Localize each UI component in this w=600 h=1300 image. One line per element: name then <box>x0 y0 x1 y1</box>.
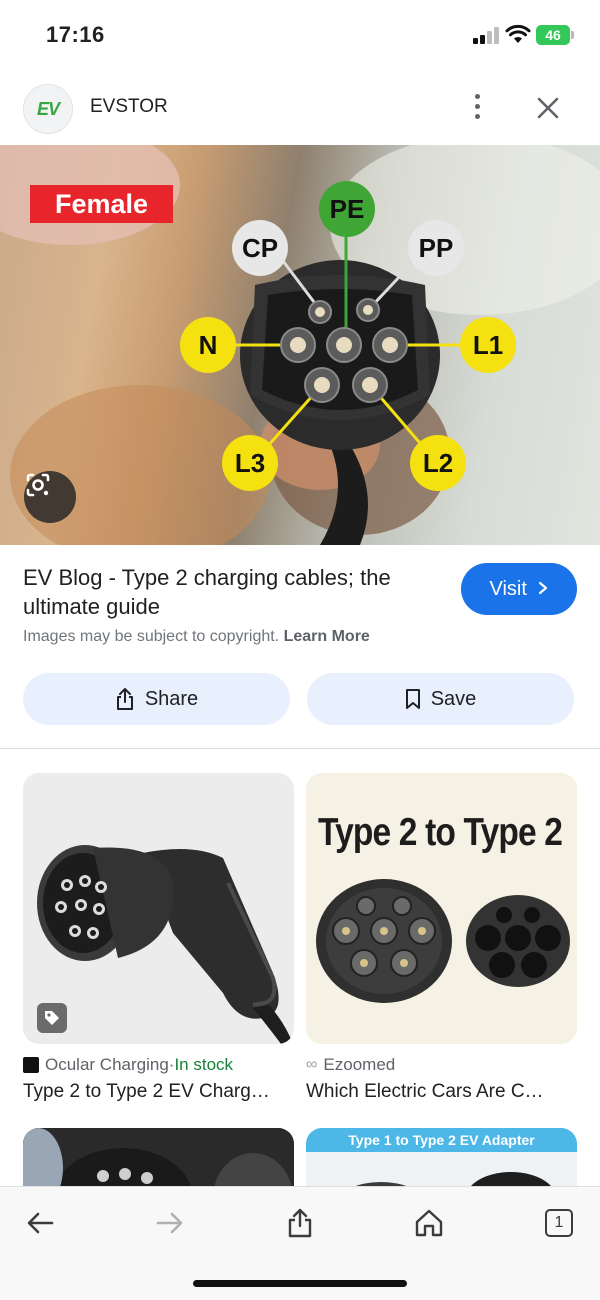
tab-count: 1 <box>545 1209 573 1237</box>
status-bar: 17:16 46 <box>0 0 600 72</box>
battery-level: 46 <box>536 25 570 45</box>
divider <box>0 748 600 749</box>
learn-more-link[interactable]: Learn More <box>284 628 370 645</box>
status-time: 17:16 <box>46 22 105 47</box>
share-icon <box>116 688 133 710</box>
favicon: ∞ <box>306 1056 318 1073</box>
signal-icon <box>473 26 501 44</box>
card-image-text: Type 2 to Type 2 <box>318 811 563 854</box>
close-icon[interactable] <box>532 92 564 124</box>
female-tag: Female <box>30 185 173 223</box>
card-source: ∞ Ezoomed <box>306 1055 395 1075</box>
more-vert-icon[interactable] <box>463 92 493 122</box>
pin-label-cp: CP <box>232 220 288 276</box>
source-logo-text: EV <box>36 98 60 119</box>
source-logo[interactable]: EV <box>23 84 73 134</box>
copyright-notice: Images may be subject to copyright. Lear… <box>23 628 370 646</box>
pin-label-l1: L1 <box>460 317 516 373</box>
pin-label-l2: L2 <box>410 435 466 491</box>
favicon <box>23 1057 39 1073</box>
card-source-name: Ezoomed <box>323 1055 396 1074</box>
card-title[interactable]: Which Electric Cars Are C… <box>306 1081 578 1103</box>
pin-label-pp: PP <box>408 220 464 276</box>
google-lens-icon[interactable] <box>24 471 76 523</box>
share-label: Share <box>144 687 199 710</box>
card-title[interactable]: Type 2 to Type 2 EV Charg… <box>23 1081 295 1103</box>
product-tag-icon <box>37 1003 67 1033</box>
save-button[interactable]: Save <box>307 673 574 725</box>
visit-button[interactable]: Visit <box>461 563 577 615</box>
result-title[interactable]: EV Blog - Type 2 charging cables; the ul… <box>23 563 443 621</box>
back-icon[interactable] <box>18 1201 62 1245</box>
wifi-icon <box>505 24 531 44</box>
share-icon[interactable] <box>278 1201 322 1245</box>
tabs-icon[interactable]: 1 <box>537 1201 581 1245</box>
bookmark-icon <box>405 689 420 709</box>
forward-icon[interactable] <box>148 1201 192 1245</box>
share-button[interactable]: Share <box>23 673 290 725</box>
card-source: Ocular Charging · In stock <box>23 1055 233 1075</box>
stock-status: In stock <box>174 1055 234 1074</box>
result-card-image[interactable]: Type 2 to Type 2 <box>306 773 577 1044</box>
visit-label: Visit <box>489 578 527 600</box>
copyright-text: Images may be subject to copyright. <box>23 628 280 645</box>
card-image-banner: Type 1 to Type 2 EV Adapter <box>306 1128 577 1152</box>
home-indicator <box>193 1280 407 1287</box>
result-card-image[interactable] <box>23 773 294 1044</box>
battery-charging-icon: 46 <box>536 25 574 45</box>
card-source-name: Ocular Charging <box>45 1055 169 1074</box>
save-label: Save <box>430 687 477 710</box>
pin-label-pe: PE <box>319 181 375 237</box>
source-name[interactable]: EVSTOR <box>90 96 168 118</box>
chevron-right-icon <box>538 563 548 615</box>
pin-label-n: N <box>180 317 236 373</box>
source-header: EV EVSTOR <box>0 72 600 144</box>
hero-image[interactable]: Female PE CP PP N L1 L3 L2 <box>0 145 600 545</box>
pin-label-l3: L3 <box>222 435 278 491</box>
home-icon[interactable] <box>407 1201 451 1245</box>
